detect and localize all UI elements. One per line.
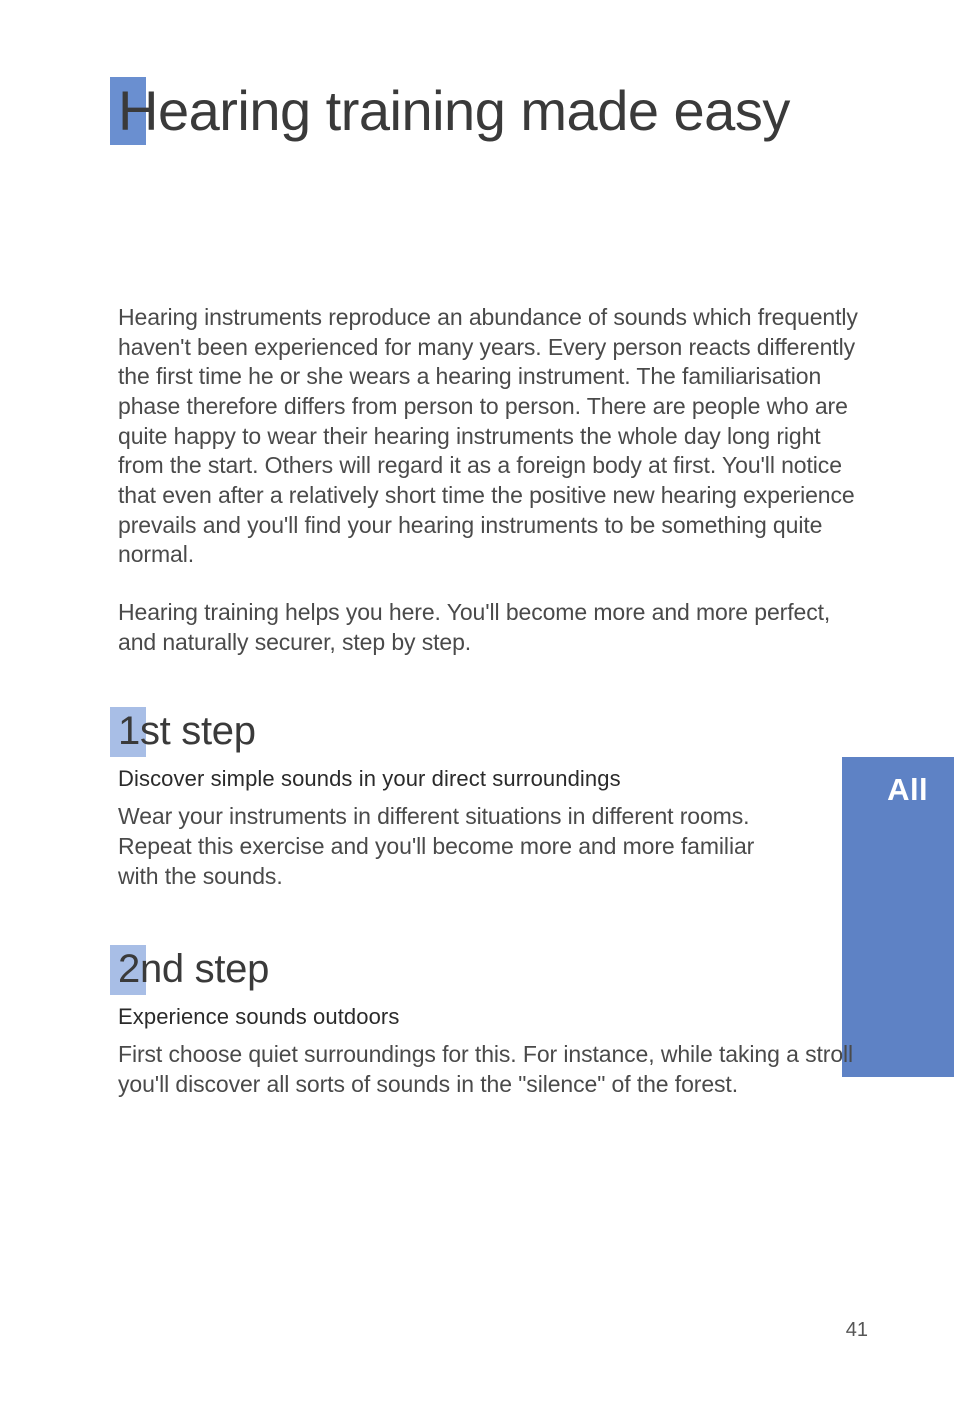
page-title-text: Hearing training made easy xyxy=(118,79,790,142)
step-2-heading: 2nd step xyxy=(118,947,869,992)
step-2-section: 2nd step Experience sounds outdoors Firs… xyxy=(118,947,869,1099)
step-1-subtitle: Discover simple sounds in your direct su… xyxy=(118,766,758,792)
step-1-body: Wear your instruments in different situa… xyxy=(118,802,758,891)
step-2-subtitle: Experience sounds outdoors xyxy=(118,1004,869,1030)
step-2-title: 2nd step xyxy=(118,947,269,991)
step-2-body: First choose quiet surroundings for this… xyxy=(118,1040,869,1099)
step-1-heading: 1st step xyxy=(118,709,758,754)
page-content: Hearing training made easy Hearing instr… xyxy=(0,0,954,1404)
step-1-title: 1st step xyxy=(118,709,256,753)
intro-paragraph-1: Hearing instruments reproduce an abundan… xyxy=(118,303,869,570)
step-1-section: 1st step Discover simple sounds in your … xyxy=(118,709,758,891)
page-number: 41 xyxy=(846,1319,868,1342)
intro-paragraph-2: Hearing training helps you here. You'll … xyxy=(118,598,869,657)
page-title: Hearing training made easy xyxy=(118,78,869,143)
